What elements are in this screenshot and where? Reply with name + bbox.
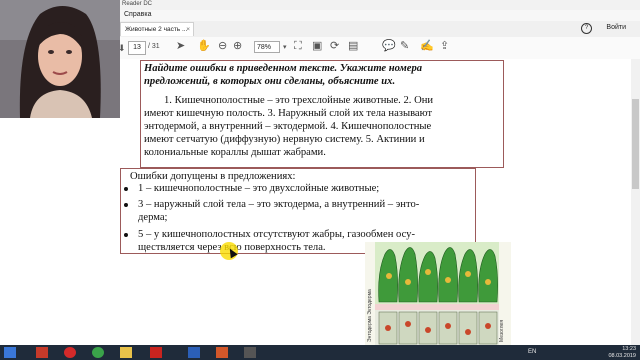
scrollbar-thumb[interactable] bbox=[632, 99, 639, 189]
bullet-icon bbox=[124, 233, 128, 237]
task-line: предложений, в которых они сделаны, объя… bbox=[144, 76, 396, 87]
system-clock[interactable]: 13:23 08.03.2019 bbox=[608, 346, 636, 359]
task-text: 1. Кишечнополостные – это трехслойные жи… bbox=[144, 94, 500, 159]
highlight-icon[interactable]: ✎ bbox=[400, 40, 409, 52]
presenter-video bbox=[0, 0, 120, 118]
close-tab-icon[interactable]: × bbox=[186, 23, 190, 37]
document-tab[interactable]: Животные 2 часть ... × bbox=[120, 22, 194, 36]
taskbar: EN 13:23 08.03.2019 bbox=[0, 345, 640, 360]
task-text-line: имеют кишечную полость. 3. Наружный слой… bbox=[144, 108, 433, 120]
cell-layers-drawing bbox=[375, 242, 499, 346]
task-instruction: Найдите ошибки в приведенном тексте. Ука… bbox=[144, 62, 500, 88]
comment-icon[interactable]: 💬 bbox=[382, 40, 396, 52]
page-number-input[interactable]: 13 bbox=[128, 41, 146, 55]
sign-icon[interactable]: ✍ bbox=[420, 40, 434, 52]
clock-date: 08.03.2019 bbox=[608, 352, 636, 359]
zoom-out-icon[interactable]: ⊖ bbox=[218, 40, 227, 52]
camera-icon[interactable] bbox=[244, 347, 256, 358]
answer-item-continued: дерма; bbox=[138, 212, 168, 223]
rotate-icon[interactable]: ⟳ bbox=[330, 40, 339, 52]
webcam-overlay bbox=[0, 0, 120, 118]
folder-icon[interactable] bbox=[120, 347, 132, 358]
task-text-line: 1. Кишечнополостные – это трехслойные жи… bbox=[164, 95, 434, 106]
zoom-level-select[interactable]: 78% bbox=[254, 41, 280, 53]
figure-label-layers: Энтодерма Эктодерма bbox=[367, 289, 373, 342]
answer-item: 1 – кишечнополостные – это двухслойные ж… bbox=[138, 183, 380, 194]
chrome-icon[interactable] bbox=[92, 347, 104, 358]
fit-page-icon[interactable]: ⛶ bbox=[294, 40, 302, 52]
scrolling-mode-icon[interactable]: ▤ bbox=[348, 40, 358, 52]
acrobat-icon[interactable] bbox=[150, 347, 162, 358]
task-line: Найдите ошибки в приведенном тексте. Ука… bbox=[144, 63, 423, 74]
document-tab-title: Животные 2 часть ... bbox=[125, 26, 188, 33]
share-icon[interactable]: ⇪ bbox=[440, 40, 449, 52]
app-title: Reader DC bbox=[122, 1, 153, 7]
opera-icon[interactable] bbox=[64, 347, 76, 358]
chevron-down-icon[interactable]: ▾ bbox=[283, 43, 287, 51]
answer-item: 5 – у кишечнополостных отсутствуют жабры… bbox=[138, 229, 415, 240]
hand-tool-icon[interactable]: ✋ bbox=[197, 40, 211, 52]
zoom-in-icon[interactable]: ⊕ bbox=[233, 40, 242, 52]
word-icon[interactable] bbox=[188, 347, 200, 358]
task-text-line: энтодермой, а внутренний – эктодермой. 4… bbox=[144, 121, 432, 133]
bullet-icon bbox=[124, 187, 128, 191]
task-text-line: колониальные кораллы дышат жабрами. bbox=[144, 147, 326, 159]
bullet-icon bbox=[124, 203, 128, 207]
menu-help[interactable]: Справка bbox=[124, 11, 151, 18]
file-explorer-icon[interactable] bbox=[36, 347, 48, 358]
cell-layers-illustration: Энтодерма Эктодерма Мезоглея bbox=[365, 242, 511, 346]
powerpoint-icon[interactable] bbox=[216, 347, 228, 358]
help-icon[interactable]: ? bbox=[581, 23, 592, 34]
page-total: / 31 bbox=[148, 43, 160, 50]
read-mode-icon[interactable]: ▣ bbox=[312, 40, 322, 52]
answer-item: 3 – наружный слой тела – это эктодерма, … bbox=[138, 199, 420, 210]
cursor-select-icon[interactable]: ➤ bbox=[176, 40, 185, 52]
start-icon[interactable] bbox=[4, 347, 16, 358]
sign-in-button[interactable]: Войти bbox=[606, 24, 626, 31]
task-text-line: имеют сетчатую (диффузную) нервную систе… bbox=[144, 134, 425, 146]
vertical-scrollbar[interactable] bbox=[631, 59, 640, 345]
figure-label-mesoglea: Мезоглея bbox=[499, 319, 505, 342]
input-language[interactable]: EN bbox=[528, 349, 536, 355]
